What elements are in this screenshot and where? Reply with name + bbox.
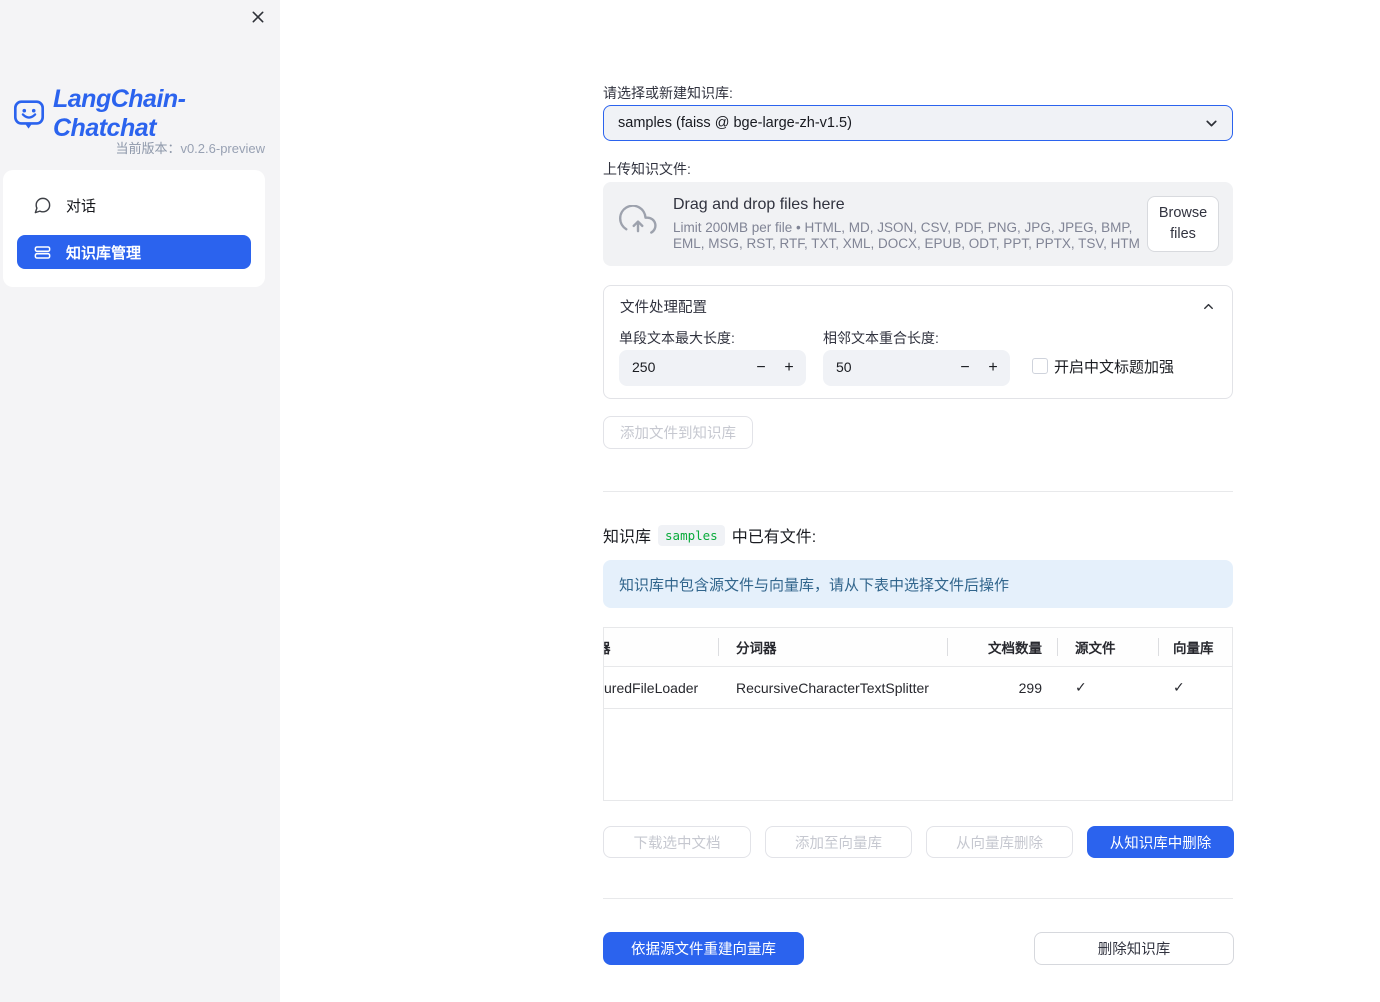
overlap-size-value[interactable]: 50 bbox=[836, 359, 852, 375]
expander-title: 文件处理配置 bbox=[620, 300, 707, 316]
dropzone-limit: Limit 200MB per file • HTML, MD, JSON, C… bbox=[673, 220, 1140, 251]
col-header-doc-count: 文档数量 bbox=[988, 641, 1042, 656]
upload-label: 上传知识文件: bbox=[603, 161, 691, 177]
app-logo: LangChain-Chatchat bbox=[12, 85, 280, 143]
stacked-list-icon bbox=[33, 243, 52, 262]
col-header-loader: 器 bbox=[604, 637, 718, 657]
existing-files-heading: 知识库 samples 中已有文件: bbox=[603, 523, 816, 547]
cell-source-file-check: ✓ bbox=[1075, 679, 1087, 695]
download-selected-button[interactable]: 下载选中文档 bbox=[603, 826, 751, 858]
sidebar-close-button[interactable] bbox=[246, 5, 270, 29]
col-header-vector-store: 向量库 bbox=[1173, 641, 1214, 656]
kb-select-value: samples (faiss @ bge-large-zh-v1.5) bbox=[618, 115, 852, 131]
zh-title-enhance-checkbox[interactable] bbox=[1032, 358, 1048, 374]
dropzone-text: Drag and drop files here Limit 200MB per… bbox=[673, 196, 1147, 252]
rebuild-vector-store-button[interactable]: 依据源文件重建向量库 bbox=[603, 932, 804, 965]
chunk-size-label: 单段文本最大长度: bbox=[619, 330, 735, 346]
delete-kb-button[interactable]: 删除知识库 bbox=[1034, 932, 1234, 965]
info-banner: 知识库中包含源文件与向量库，请从下表中选择文件后操作 bbox=[603, 560, 1233, 608]
cell-loader: uredFileLoader bbox=[604, 679, 699, 696]
cloud-upload-icon bbox=[619, 205, 657, 243]
close-icon bbox=[250, 9, 266, 25]
overlap-size-label: 相邻文本重合长度: bbox=[823, 330, 939, 346]
sidebar-item-label: 知识库管理 bbox=[66, 244, 142, 262]
column-separator bbox=[1158, 638, 1159, 656]
column-separator bbox=[1057, 638, 1058, 656]
version-label: 当前版本： bbox=[115, 141, 181, 156]
divider bbox=[603, 898, 1233, 899]
dropzone-title: Drag and drop files here bbox=[673, 196, 845, 213]
files-heading-suffix: 中已有文件: bbox=[731, 529, 817, 546]
zh-title-enhance-label: 开启中文标题加强 bbox=[1054, 359, 1175, 376]
cell-doc-count: 299 bbox=[1018, 679, 1042, 696]
chunk-size-value[interactable]: 250 bbox=[632, 359, 655, 375]
info-banner-text: 知识库中包含源文件与向量库，请从下表中选择文件后操作 bbox=[619, 576, 1010, 594]
sidebar: LangChain-Chatchat 当前版本：v0.2.6-preview 对… bbox=[0, 0, 280, 1002]
delete-from-kb-button[interactable]: 从知识库中删除 bbox=[1087, 826, 1234, 858]
kb-files-table[interactable]: 器 分词器 文档数量 源文件 向量库 uredFileLoader Recurs… bbox=[603, 627, 1233, 801]
sidebar-nav: 对话 知识库管理 bbox=[3, 170, 265, 287]
overlap-size-stepper: 50 − + bbox=[823, 350, 1010, 386]
col-header-source-file: 源文件 bbox=[1075, 641, 1116, 656]
plus-button[interactable]: + bbox=[978, 350, 1008, 386]
table-row[interactable]: uredFileLoader RecursiveCharacterTextSpl… bbox=[604, 667, 1232, 709]
table-header-row: 器 分词器 文档数量 源文件 向量库 bbox=[604, 628, 1232, 667]
file-config-expander: 文件处理配置 单段文本最大长度: 相邻文本重合长度: 250 − + 50 − … bbox=[603, 285, 1233, 399]
kb-select-label: 请选择或新建知识库: bbox=[603, 85, 733, 101]
browse-files-button[interactable]: Browse files bbox=[1147, 196, 1219, 252]
col-header-splitter: 分词器 bbox=[736, 641, 777, 656]
cell-splitter: RecursiveCharacterTextSplitter bbox=[736, 679, 929, 696]
kb-name-code: samples bbox=[658, 524, 725, 546]
app-root: LangChain-Chatchat 当前版本：v0.2.6-preview 对… bbox=[0, 0, 1380, 1002]
sidebar-item-dialogue[interactable]: 对话 bbox=[17, 188, 251, 222]
chevron-up-icon bbox=[1201, 299, 1216, 314]
minus-button[interactable]: − bbox=[746, 350, 776, 386]
delete-from-vector-store-button[interactable]: 从向量库删除 bbox=[926, 826, 1073, 858]
version-info: 当前版本：v0.2.6-preview bbox=[115, 138, 265, 157]
column-separator bbox=[947, 638, 948, 656]
minus-button[interactable]: − bbox=[950, 350, 980, 386]
add-to-vector-store-button[interactable]: 添加至向量库 bbox=[765, 826, 912, 858]
plus-button[interactable]: + bbox=[774, 350, 804, 386]
app-logo-text: LangChain-Chatchat bbox=[53, 85, 186, 142]
version-value: v0.2.6-preview bbox=[180, 141, 265, 156]
column-separator bbox=[718, 638, 719, 656]
chevron-down-icon bbox=[1203, 115, 1220, 132]
files-heading-prefix: 知识库 bbox=[603, 529, 652, 546]
sidebar-item-label: 对话 bbox=[66, 197, 97, 215]
cell-vector-store-check: ✓ bbox=[1173, 679, 1185, 695]
add-files-to-kb-button[interactable]: 添加文件到知识库 bbox=[603, 416, 753, 449]
kb-select[interactable]: samples (faiss @ bge-large-zh-v1.5) bbox=[603, 105, 1233, 141]
chat-bubble-icon bbox=[33, 196, 52, 215]
chat-smiley-logo-icon bbox=[12, 97, 46, 131]
expander-header[interactable]: 文件处理配置 bbox=[620, 296, 1216, 317]
file-dropzone[interactable]: Drag and drop files here Limit 200MB per… bbox=[603, 182, 1233, 266]
divider bbox=[603, 491, 1233, 492]
chunk-size-stepper: 250 − + bbox=[619, 350, 806, 386]
sidebar-item-knowledge-base[interactable]: 知识库管理 bbox=[17, 235, 251, 269]
